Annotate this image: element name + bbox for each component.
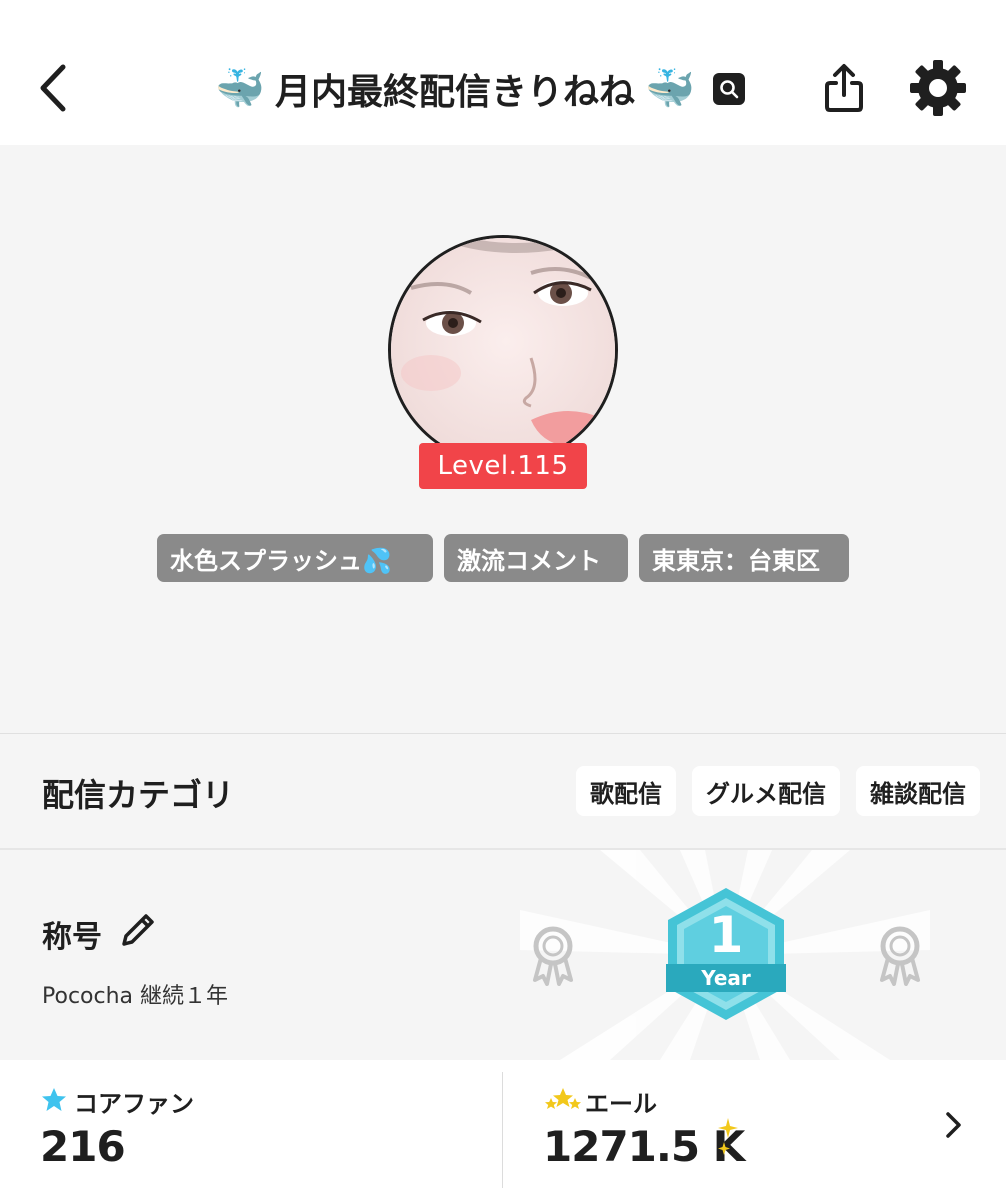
profile-tag: 東東京：台東区: [639, 534, 849, 582]
stats-bar: コアファン 216 エール 1271.5 K: [0, 1060, 1006, 1200]
settings-button[interactable]: [904, 56, 972, 120]
core-fan-value: 216: [40, 1122, 126, 1171]
top-app-bar: 🐳 月内最終配信きりねね 🐳: [0, 0, 1006, 145]
profile-name: 🐳 月内最終配信きりねね 🐳: [200, 58, 760, 120]
medal-icon: [533, 926, 573, 986]
yell-label: エール: [585, 1090, 657, 1118]
category-chip[interactable]: 歌配信: [576, 766, 676, 816]
one-year-badge[interactable]: 1 Year: [660, 884, 792, 1024]
stream-category-section: 配信カテゴリ 歌配信 グルメ配信 雑談配信: [0, 734, 1006, 848]
sunburst-background: [520, 850, 930, 1060]
gear-icon: [910, 60, 966, 116]
back-button[interactable]: [22, 56, 82, 120]
chevron-right-icon[interactable]: [938, 1110, 968, 1140]
yell-value: 1271.5 K: [543, 1122, 745, 1171]
profile-tag: 激流コメント: [444, 534, 628, 582]
back-chevron-icon: [40, 64, 66, 112]
profile-tag: 水色スプラッシュ💦: [157, 534, 433, 582]
whale-emoji-icon: 🐳: [645, 66, 695, 112]
share-button[interactable]: [818, 60, 870, 116]
category-chip[interactable]: グルメ配信: [692, 766, 840, 816]
pencil-icon[interactable]: [118, 910, 158, 950]
core-fan-label: コアファン: [74, 1090, 194, 1118]
title-label: 称号: [42, 920, 102, 955]
gold-stars-icon: [545, 1088, 581, 1109]
level-badge: Level.115: [419, 443, 587, 489]
badge-number: 1: [708, 906, 744, 964]
profile-tags: 水色スプラッシュ💦 激流コメント 東東京：台東区: [0, 534, 1006, 582]
yell-stat[interactable]: エール 1271.5 K: [503, 1060, 1006, 1200]
title-section: 称号 Pococha 継続１年 1 Year: [0, 850, 1006, 1060]
profile-header: Level.115 水色スプラッシュ💦 激流コメント 東東京：台東区: [0, 145, 1006, 733]
medal-icon: [880, 926, 920, 986]
category-title: 配信カテゴリ: [42, 776, 235, 814]
title-subtitle: Pococha 継続１年: [42, 984, 229, 1009]
sparkle-icon: [718, 1118, 738, 1155]
category-chips: 歌配信 グルメ配信 雑談配信: [576, 766, 980, 816]
category-chip[interactable]: 雑談配信: [856, 766, 980, 816]
verified-search-icon[interactable]: [712, 73, 745, 105]
whale-emoji-icon: 🐳: [215, 66, 265, 112]
blue-star-icon: [42, 1088, 66, 1111]
badge-text: Year: [701, 966, 751, 990]
share-icon: [825, 64, 863, 112]
avatar[interactable]: [388, 235, 618, 465]
core-fan-stat[interactable]: コアファン 216: [0, 1060, 502, 1200]
page-title: 月内最終配信きりねね: [274, 72, 635, 113]
